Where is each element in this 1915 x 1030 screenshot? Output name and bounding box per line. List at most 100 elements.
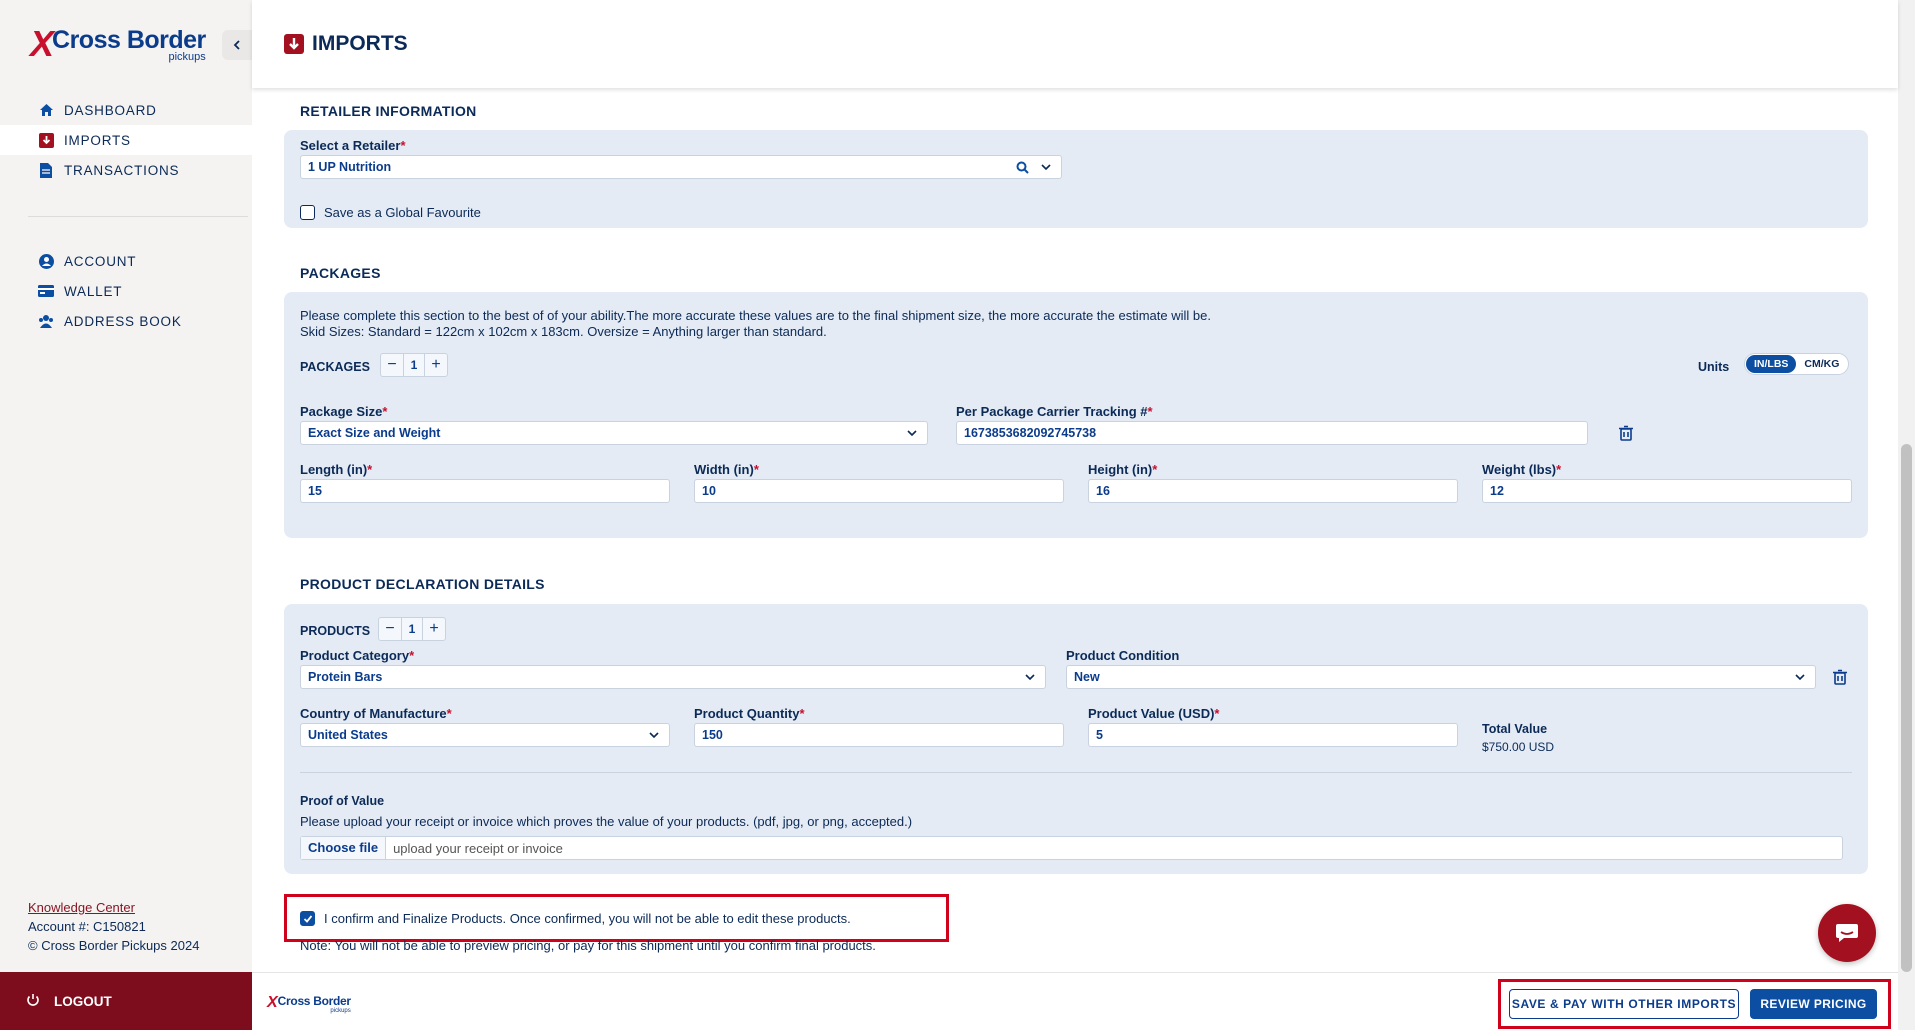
- package-size-select[interactable]: Exact Size and Weight: [300, 421, 928, 445]
- logo-mark: X: [30, 23, 55, 64]
- quantity-input[interactable]: 150: [694, 723, 1064, 747]
- products-section-title: PRODUCT DECLARATION DETAILS: [300, 576, 545, 592]
- trash-icon[interactable]: [1832, 669, 1848, 685]
- address-book-icon: [38, 313, 54, 329]
- confirm-products-label: I confirm and Finalize Products. Once co…: [324, 911, 851, 926]
- divider: [300, 772, 1852, 773]
- tracking-input[interactable]: 1673853682092745738: [956, 421, 1588, 445]
- brand-logo[interactable]: X Cross Border pickups: [30, 23, 206, 64]
- chat-icon: [1836, 924, 1858, 942]
- product-value: 5: [1096, 728, 1103, 742]
- collapse-sidebar-button[interactable]: [222, 30, 252, 60]
- scrollbar-thumb[interactable]: [1901, 444, 1912, 972]
- retailer-panel: Select a Retailer* 1 UP Nutrition Save a…: [284, 130, 1868, 228]
- package-size-label: Package Size*: [300, 404, 388, 419]
- quantity-label: Product Quantity*: [694, 706, 805, 721]
- proof-of-value-label: Proof of Value: [300, 794, 385, 808]
- retailer-section-title: RETAILER INFORMATION: [300, 103, 477, 119]
- sidebar-item-address-book[interactable]: ADDRESS BOOK: [0, 306, 252, 336]
- nav-divider: [28, 216, 248, 217]
- choose-file-button[interactable]: Choose file: [301, 837, 387, 859]
- height-label: Height (in)*: [1088, 462, 1158, 477]
- unit-option-in-lbs[interactable]: IN/LBS: [1746, 355, 1797, 373]
- sidebar-footer: Knowledge Center Account #: C150821 © Cr…: [28, 898, 199, 955]
- global-favourite-checkbox[interactable]: [300, 205, 315, 220]
- tracking-label: Per Package Carrier Tracking #*: [956, 404, 1153, 419]
- account-nav: ACCOUNT WALLET ADDRESS BOOK: [0, 246, 252, 336]
- packages-count: 1: [403, 354, 425, 376]
- action-footer: X Cross Border pickups SAVE & PAY WITH O…: [252, 972, 1898, 1030]
- sidebar-item-dashboard[interactable]: DASHBOARD: [0, 95, 252, 125]
- wallet-icon: [38, 283, 54, 299]
- packages-stepper[interactable]: − 1 +: [380, 353, 448, 377]
- save-pay-other-imports-button[interactable]: SAVE & PAY WITH OTHER IMPORTS: [1509, 989, 1739, 1019]
- length-label: Length (in)*: [300, 462, 373, 477]
- chevron-down-icon: [649, 732, 659, 739]
- sidebar-item-imports[interactable]: IMPORTS: [0, 125, 252, 155]
- width-label: Width (in)*: [694, 462, 759, 477]
- checkmark-icon: [303, 914, 312, 923]
- packages-info: Please complete this section to the best…: [300, 308, 1211, 323]
- decrement-button[interactable]: −: [381, 354, 403, 376]
- proof-of-value-help: Please upload your receipt or invoice wh…: [300, 814, 913, 829]
- height-input[interactable]: 16: [1088, 479, 1458, 503]
- country-value: United States: [308, 728, 388, 742]
- products-stepper[interactable]: − 1 +: [378, 617, 446, 641]
- total-value-label: Total Value: [1482, 722, 1548, 736]
- trash-icon[interactable]: [1618, 425, 1634, 441]
- document-icon: [38, 162, 54, 178]
- retailer-label: Select a Retailer*: [300, 138, 406, 153]
- skid-sizes-info: Skid Sizes: Standard = 122cm x 102cm x 1…: [300, 324, 827, 339]
- review-pricing-button[interactable]: REVIEW PRICING: [1750, 989, 1877, 1019]
- file-placeholder: upload your receipt or invoice: [393, 840, 563, 856]
- packages-panel: Please complete this section to the best…: [284, 292, 1868, 538]
- chevron-down-icon: [1795, 674, 1805, 681]
- width-input[interactable]: 10: [694, 479, 1064, 503]
- products-panel: PRODUCTS − 1 + Product Category* Protein…: [284, 604, 1868, 874]
- logo-sub: pickups: [168, 51, 206, 63]
- country-label: Country of Manufacture*: [300, 706, 452, 721]
- sidebar-item-label: ADDRESS BOOK: [64, 313, 182, 329]
- length-input[interactable]: 15: [300, 479, 670, 503]
- retailer-value: 1 UP Nutrition: [308, 160, 392, 174]
- scrollbar[interactable]: [1898, 0, 1915, 1030]
- proof-file-input[interactable]: Choose file upload your receipt or invoi…: [300, 836, 1843, 860]
- increment-button[interactable]: +: [423, 618, 445, 640]
- product-value-input[interactable]: 5: [1088, 723, 1458, 747]
- logout-button[interactable]: LOGOUT: [0, 972, 252, 1030]
- category-select[interactable]: Protein Bars: [300, 665, 1046, 689]
- global-favourite-label: Save as a Global Favourite: [324, 205, 481, 220]
- footer-logo-sub: pickups: [330, 1008, 351, 1014]
- sidebar-item-label: DASHBOARD: [64, 102, 157, 118]
- decrement-button[interactable]: −: [379, 618, 401, 640]
- sidebar-item-label: TRANSACTIONS: [64, 162, 180, 178]
- packages-section-title: PACKAGES: [300, 265, 381, 281]
- units-toggle[interactable]: IN/LBS CM/KG: [1744, 353, 1850, 375]
- increment-button[interactable]: +: [425, 354, 447, 376]
- chat-button[interactable]: [1818, 904, 1876, 962]
- chevron-down-icon: [1025, 674, 1035, 681]
- sidebar-item-account[interactable]: ACCOUNT: [0, 246, 252, 276]
- account-number: Account #: C150821: [28, 919, 146, 934]
- footer-logo: X Cross Border pickups: [267, 994, 351, 1015]
- weight-value: 12: [1490, 484, 1504, 498]
- sidebar-item-label: WALLET: [64, 283, 123, 299]
- quantity-value: 150: [702, 728, 723, 742]
- retailer-select[interactable]: 1 UP Nutrition: [300, 155, 1062, 179]
- country-select[interactable]: United States: [300, 723, 670, 747]
- weight-input[interactable]: 12: [1482, 479, 1852, 503]
- tracking-value: 1673853682092745738: [964, 426, 1097, 440]
- total-value: $750.00 USD: [1482, 740, 1555, 754]
- sidebar-item-transactions[interactable]: TRANSACTIONS: [0, 155, 252, 185]
- height-value: 16: [1096, 484, 1110, 498]
- footer-logo-mark: X: [267, 994, 278, 1011]
- sidebar-item-wallet[interactable]: WALLET: [0, 276, 252, 306]
- imports-icon: [38, 132, 54, 148]
- search-icon[interactable]: [1016, 161, 1029, 174]
- category-label: Product Category*: [300, 648, 415, 663]
- knowledge-center-link[interactable]: Knowledge Center: [28, 900, 135, 915]
- unit-option-cm-kg[interactable]: CM/KG: [1796, 355, 1847, 373]
- condition-select[interactable]: New: [1066, 665, 1816, 689]
- confirm-products-checkbox[interactable]: [300, 911, 315, 926]
- condition-value: New: [1074, 670, 1100, 684]
